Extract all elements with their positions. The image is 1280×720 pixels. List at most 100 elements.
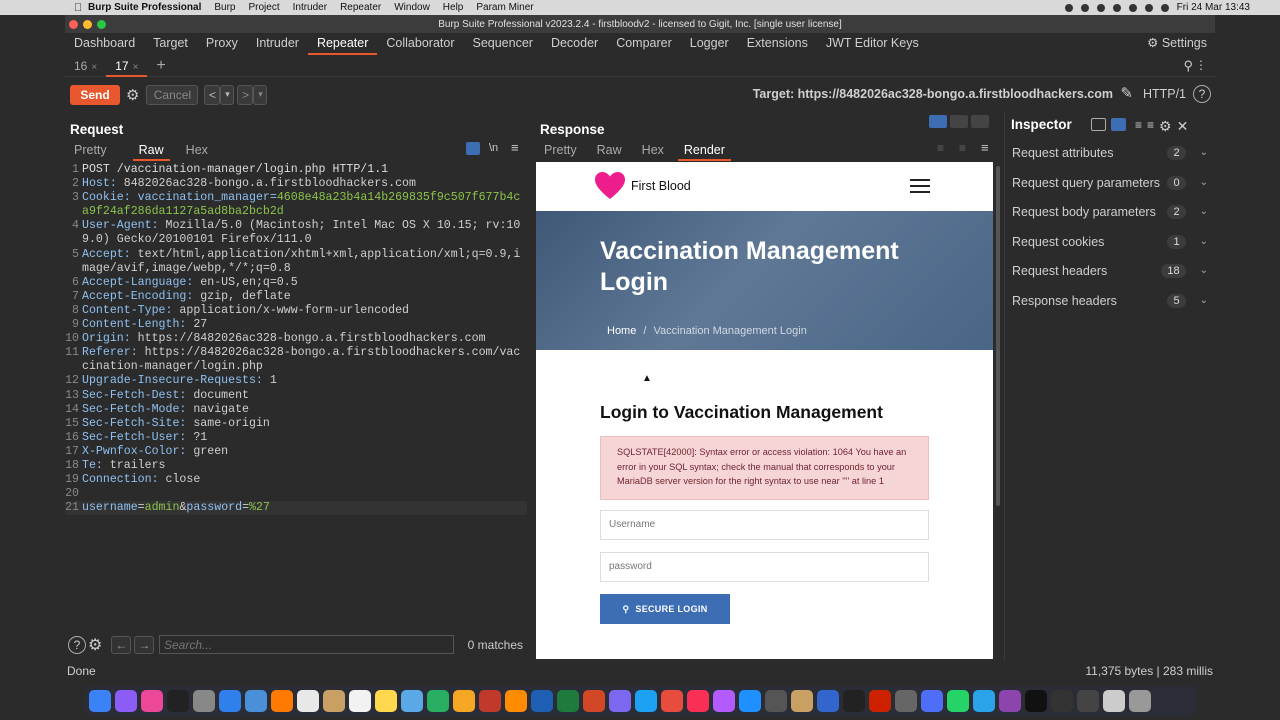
layout-icon[interactable]	[1111, 118, 1126, 131]
status-icon[interactable]	[1080, 3, 1089, 12]
expand-all-icon[interactable]: ≡	[1135, 118, 1142, 135]
dock-app-icon[interactable]	[141, 690, 163, 712]
dock-app-icon[interactable]	[115, 690, 137, 712]
collapse-all-icon[interactable]: ≡	[1147, 118, 1154, 135]
request-line[interactable]: 3 Cookie: vaccination_manager=4608e48a23b…	[65, 191, 527, 219]
tab-hex[interactable]: Hex	[636, 143, 670, 161]
control-center-icon[interactable]	[1160, 3, 1169, 12]
tab-sequencer[interactable]: Sequencer	[463, 33, 541, 55]
request-line[interactable]: 6 Accept-Language: en-US,en;q=0.5	[65, 276, 527, 290]
dock-app-icon[interactable]	[453, 690, 475, 712]
inspector-row-response-headers[interactable]: Response headers 5 ⌄	[1005, 286, 1215, 315]
close-tab-icon[interactable]: ×	[91, 62, 97, 73]
dock-app-icon[interactable]	[817, 690, 839, 712]
http-version-label[interactable]: HTTP/1	[1143, 87, 1186, 101]
request-line[interactable]: 4 User-Agent: Mozilla/5.0 (Macintosh; Int…	[65, 219, 527, 247]
repeater-tab-17[interactable]: 17 ×	[106, 55, 148, 77]
edit-target-icon[interactable]: ✎	[1120, 84, 1133, 102]
dock-app-icon[interactable]	[765, 690, 787, 712]
layout-stacked-icon[interactable]	[950, 115, 968, 128]
layout-tabs-icon[interactable]	[971, 115, 989, 128]
help-icon[interactable]: ?	[68, 636, 86, 654]
tab-comparer[interactable]: Comparer	[607, 33, 681, 55]
add-tab-button[interactable]: +	[147, 55, 174, 77]
apple-icon[interactable]: 	[74, 2, 88, 14]
request-line[interactable]: 12 Upgrade-Insecure-Requests: 1	[65, 374, 527, 388]
gear-icon[interactable]: ⚙	[126, 86, 139, 104]
repeater-tab-16[interactable]: 16 ×	[65, 55, 106, 77]
request-line[interactable]: 13 Sec-Fetch-Dest: document	[65, 389, 527, 403]
mac-menu-project[interactable]: Project	[248, 2, 279, 13]
render-scrollbar[interactable]	[994, 162, 1002, 659]
dock-app-icon[interactable]	[609, 690, 631, 712]
more-options-icon[interactable]: ⋮	[1195, 58, 1207, 72]
gear-icon[interactable]: ⚙	[1159, 118, 1172, 135]
menu-icon[interactable]: ≡	[981, 140, 989, 155]
tab-intruder[interactable]: Intruder	[247, 33, 308, 55]
tab-pretty[interactable]: Pretty	[538, 143, 583, 161]
dock-app-icon[interactable]	[271, 690, 293, 712]
tab-dashboard[interactable]: Dashboard	[65, 33, 144, 55]
tab-render[interactable]: Render	[677, 143, 731, 161]
layout-icon[interactable]	[1091, 118, 1106, 131]
request-line[interactable]: 1 POST /vaccination-manager/login.php HTT…	[65, 163, 527, 177]
mac-menu-param-miner[interactable]: Param Miner	[476, 2, 533, 13]
status-icon[interactable]	[1064, 3, 1073, 12]
mac-menu-burp[interactable]: Burp	[214, 2, 235, 13]
search-icon[interactable]: ⚲	[1183, 58, 1193, 74]
menu-icon[interactable]: ≡	[511, 140, 519, 155]
request-line[interactable]: 16 Sec-Fetch-User: ?1	[65, 431, 527, 445]
mac-menu-app[interactable]: Burp Suite Professional	[88, 2, 201, 13]
request-editor[interactable]: 1 POST /vaccination-manager/login.php HTT…	[65, 163, 527, 516]
mac-menu-help[interactable]: Help	[443, 2, 464, 13]
dock-app-icon[interactable]	[401, 690, 423, 712]
request-line[interactable]: 5 Accept: text/html,application/xhtml+xml…	[65, 248, 527, 276]
menubar-clock[interactable]: Fri 24 Mar 13:43	[1177, 2, 1250, 13]
request-line[interactable]: 15 Sec-Fetch-Site: same-origin	[65, 417, 527, 431]
heart-logo-icon[interactable]	[594, 171, 626, 201]
dock-app-icon[interactable]	[89, 690, 111, 712]
request-line[interactable]: 18 Te: trailers	[65, 459, 527, 473]
tab-collaborator[interactable]: Collaborator	[377, 33, 463, 55]
tab-pretty[interactable]: Pretty	[68, 143, 113, 161]
dock-app-icon[interactable]	[323, 690, 345, 712]
dock-app-icon[interactable]	[219, 690, 241, 712]
status-icon[interactable]	[1112, 3, 1121, 12]
minimize-window-button[interactable]	[83, 20, 92, 29]
request-line[interactable]: 2 Host: 8482026ac328-bongo.a.firstbloodha…	[65, 177, 527, 191]
back-history-dropdown[interactable]: ▾	[220, 84, 235, 105]
tab-logger[interactable]: Logger	[681, 33, 738, 55]
request-line[interactable]: 8 Content-Type: application/x-www-form-ur…	[65, 304, 527, 318]
dock-app-icon[interactable]	[167, 690, 189, 712]
tab-jwt-editor-keys[interactable]: JWT Editor Keys	[817, 33, 928, 55]
dock-app-icon[interactable]	[557, 690, 579, 712]
tab-raw[interactable]: Raw	[132, 143, 170, 161]
tab-hex[interactable]: Hex	[180, 143, 214, 161]
dock-app-icon[interactable]	[895, 690, 917, 712]
forward-history-dropdown[interactable]: ▾	[253, 84, 268, 105]
inspector-row-cookies[interactable]: Request cookies 1 ⌄	[1005, 227, 1215, 256]
dock-app-icon[interactable]	[297, 690, 319, 712]
dock-app-icon[interactable]	[1077, 690, 1099, 712]
username-field[interactable]: Username	[600, 510, 929, 540]
dock-app-icon[interactable]	[999, 690, 1021, 712]
zoom-window-button[interactable]	[97, 20, 106, 29]
layout-side-by-side-icon[interactable]	[929, 115, 947, 128]
inspector-row-query-parameters[interactable]: Request query parameters 0 ⌄	[1005, 168, 1215, 197]
dock-app-icon[interactable]	[193, 690, 215, 712]
close-window-button[interactable]	[69, 20, 78, 29]
gear-icon[interactable]: ⚙	[88, 635, 102, 655]
tab-proxy[interactable]: Proxy	[197, 33, 247, 55]
dock-app-icon[interactable]	[479, 690, 501, 712]
request-line[interactable]: 10 Origin: https://8482026ac328-bongo.a.f…	[65, 332, 527, 346]
inspector-row-request-attributes[interactable]: Request attributes 2 ⌄	[1005, 138, 1215, 167]
request-line[interactable]: 9 Content-Length: 27	[65, 318, 527, 332]
tab-target[interactable]: Target	[144, 33, 197, 55]
dock-app-icon[interactable]	[1103, 690, 1125, 712]
scrollbar-thumb[interactable]	[996, 166, 1000, 506]
dock-app-icon[interactable]	[947, 690, 969, 712]
tab-decoder[interactable]: Decoder	[542, 33, 607, 55]
inspector-row-body-parameters[interactable]: Request body parameters 2 ⌄	[1005, 197, 1215, 226]
breadcrumb-home[interactable]: Home	[607, 325, 636, 337]
dock-app-icon[interactable]	[869, 690, 891, 712]
